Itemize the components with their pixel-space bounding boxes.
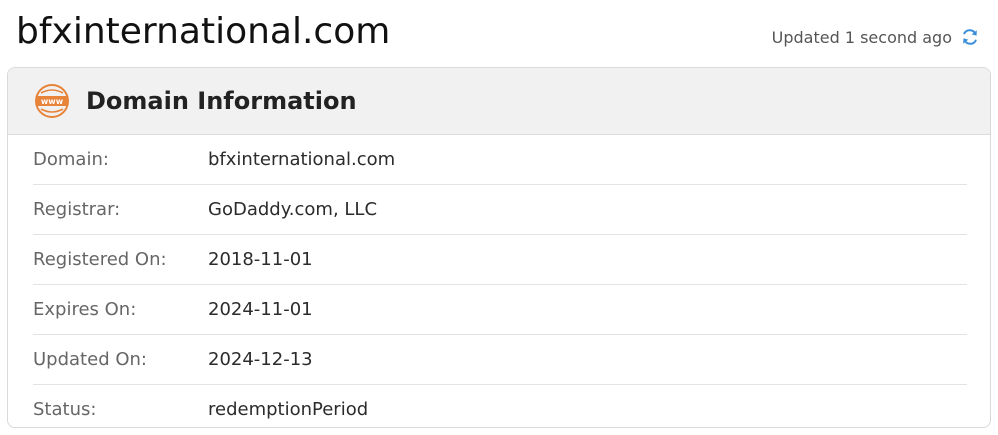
row-value: 2024-11-01: [208, 299, 313, 320]
domain-info-card: www Domain Information Domain: bfxintern…: [7, 67, 991, 428]
info-row-expires-on: Expires On: 2024-11-01: [33, 285, 967, 335]
row-label: Domain:: [33, 149, 109, 170]
www-icon: www: [35, 84, 69, 118]
row-value: GoDaddy.com, LLC: [208, 199, 378, 220]
page-title: bfxinternational.com: [16, 11, 391, 52]
info-row-domain: Domain: bfxinternational.com: [33, 135, 967, 185]
row-label: Updated On:: [33, 349, 147, 370]
info-rows: Domain: bfxinternational.com Registrar: …: [8, 135, 990, 427]
row-label: Registered On:: [33, 249, 167, 270]
row-value: 2024-12-13: [208, 349, 313, 370]
info-row-status: Status: redemptionPeriod: [33, 385, 967, 427]
card-header: www Domain Information: [8, 68, 990, 135]
row-label: Registrar:: [33, 199, 121, 220]
info-row-registered-on: Registered On: 2018-11-01: [33, 235, 967, 285]
row-value: 2018-11-01: [208, 249, 313, 270]
svg-text:www: www: [41, 97, 64, 106]
info-row-updated-on: Updated On: 2024-12-13: [33, 335, 967, 385]
row-label: Expires On:: [33, 299, 137, 320]
row-label: Status:: [33, 399, 97, 420]
row-value: redemptionPeriod: [208, 399, 369, 420]
updated-status: Updated 1 second ago: [772, 27, 980, 47]
row-value: bfxinternational.com: [208, 149, 396, 170]
card-title: Domain Information: [86, 87, 357, 115]
refresh-icon[interactable]: [960, 27, 980, 47]
info-row-registrar: Registrar: GoDaddy.com, LLC: [33, 185, 967, 235]
page: bfxinternational.com Updated 1 second ag…: [0, 0, 998, 435]
updated-text: Updated 1 second ago: [771, 27, 952, 47]
